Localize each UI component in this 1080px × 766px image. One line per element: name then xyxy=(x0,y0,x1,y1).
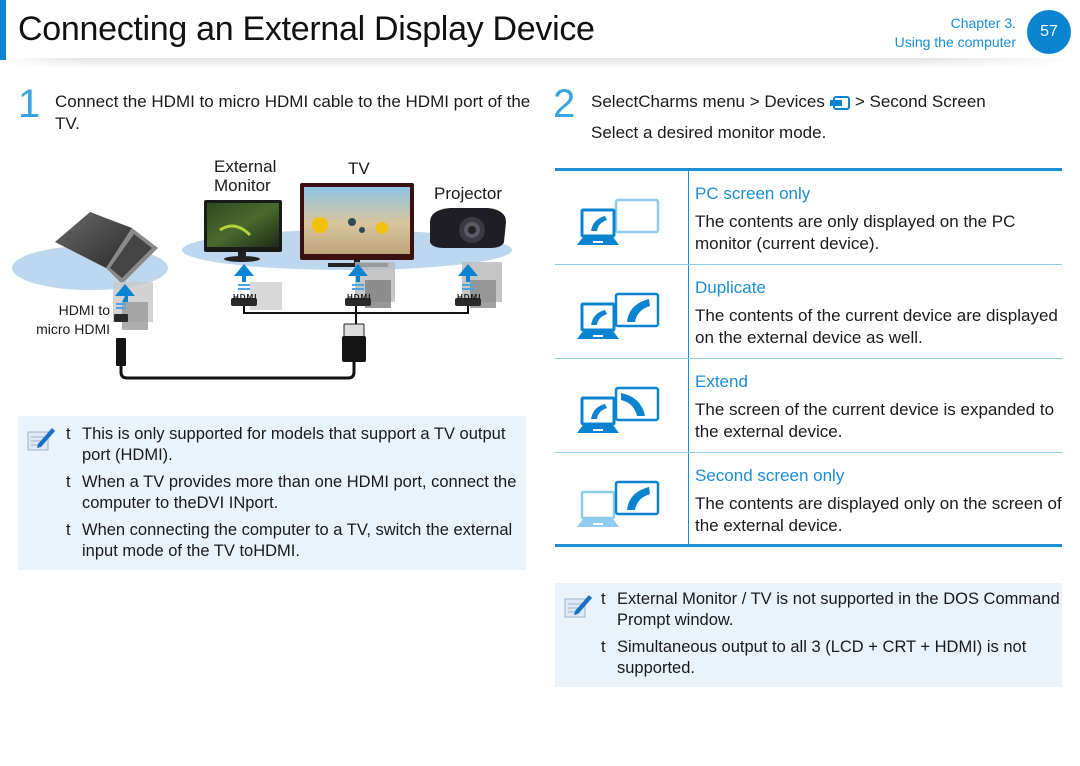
label-projector: Projector xyxy=(434,184,503,203)
note-item: t Simultaneous output to all 3 (LCD + CRT… xyxy=(601,637,1061,679)
label-monitor: Monitor xyxy=(214,176,271,195)
note-item: t When connecting the computer to a TV, s… xyxy=(66,520,526,562)
port-label-monitor: HDMI xyxy=(233,293,258,302)
mode-title: PC screen only xyxy=(695,184,811,203)
title-accent-bar xyxy=(0,0,6,60)
laptop-connector xyxy=(113,282,153,366)
tv-image xyxy=(300,183,414,267)
label-external: External xyxy=(214,157,277,176)
step-2-subtext: Select a desired monitor mode. xyxy=(591,123,827,142)
duplicate-icon xyxy=(577,292,660,339)
note-text: External Monitor / TV is not supported i… xyxy=(617,590,1060,629)
step-1-text: Connect the HDMI to micro HDMI cable to … xyxy=(55,92,531,133)
bullet: t xyxy=(66,521,71,539)
note-pencil-icon xyxy=(564,595,592,618)
chapter-title: Using the computer xyxy=(894,34,1016,50)
step-2-text-after: > Second Screen xyxy=(854,92,986,111)
note-text: This is only supported for models that s… xyxy=(82,425,506,464)
step-2-number: 2 xyxy=(553,82,576,126)
pc-screen-only-icon xyxy=(577,198,660,245)
label-external-monitor: External Monitor xyxy=(214,157,276,195)
mode-title: Duplicate xyxy=(695,278,766,297)
main-hdmi-cable xyxy=(119,362,356,380)
second-screen-only-icon xyxy=(577,480,660,527)
header-divider xyxy=(0,58,1080,68)
column-divider xyxy=(688,359,689,452)
step-1-number: 1 xyxy=(18,82,41,126)
extend-icon xyxy=(577,386,660,433)
note-box-left: t This is only supported for models that … xyxy=(18,416,526,570)
bullet: t xyxy=(66,473,71,491)
port-label-tv: HDMI xyxy=(347,293,372,302)
page-number-badge: 57 xyxy=(1027,10,1071,54)
mode-row-pc-screen-only: PC screen only The contents are only dis… xyxy=(555,171,1062,265)
note-text: When connecting the computer to a TV, sw… xyxy=(82,521,513,560)
bullet: t xyxy=(601,590,606,608)
note-item: t External Monitor / TV is not supported … xyxy=(601,589,1061,631)
label-cable: HDMI to micro HDMI xyxy=(28,301,110,339)
devices-icon xyxy=(829,95,850,110)
column-divider xyxy=(688,453,689,544)
note-list-left: t This is only supported for models that … xyxy=(66,424,526,568)
port-label-projector: HDMI xyxy=(457,293,482,302)
note-item: t When a TV provides more than one HDMI p… xyxy=(66,472,526,514)
mode-description: The screen of the current device is expa… xyxy=(695,400,1055,441)
mode-row-duplicate: Duplicate The contents of the current de… xyxy=(555,265,1062,359)
monitor-modes-table: PC screen only The contents are only dis… xyxy=(555,168,1062,547)
label-tv: TV xyxy=(348,159,370,178)
note-text: When a TV provides more than one HDMI po… xyxy=(82,473,517,512)
mode-row-extend: Extend The screen of the current device … xyxy=(555,359,1062,453)
note-box-right: t External Monitor / TV is not supported … xyxy=(555,583,1062,687)
projector-image xyxy=(430,208,506,248)
mode-row-second-screen-only: Second screen only The contents are disp… xyxy=(555,453,1062,547)
column-divider xyxy=(688,171,689,264)
note-list-right: t External Monitor / TV is not supported … xyxy=(601,589,1061,685)
label-micro-hdmi: micro HDMI xyxy=(36,321,110,337)
chapter-number: Chapter 3. xyxy=(950,15,1016,31)
step-2-text-before: SelectCharms menu > Devices xyxy=(591,92,825,111)
column-divider xyxy=(688,265,689,358)
mode-description: The contents of the current device are d… xyxy=(695,306,1058,347)
note-pencil-icon xyxy=(27,428,55,451)
connection-diagram: HDMI HDMI HDMI External Monitor TV Proje… xyxy=(10,150,540,390)
mode-title: Extend xyxy=(695,372,748,391)
chapter-label: Chapter 3. Using the computer xyxy=(895,14,1016,52)
label-hdmi-to: HDMI to xyxy=(58,302,110,318)
mode-title: Second screen only xyxy=(695,466,845,485)
bullet: t xyxy=(66,425,71,443)
mode-description: The contents are only displayed on the P… xyxy=(695,212,1016,253)
note-item: t This is only supported for models that … xyxy=(66,424,526,466)
bullet: t xyxy=(601,638,606,656)
note-text: Simultaneous output to all 3 (LCD + CRT … xyxy=(617,638,1027,677)
step-2-text: SelectCharms menu > Devices > Second Scre… xyxy=(591,91,1071,113)
mode-description: The contents are displayed only on the s… xyxy=(695,494,1062,535)
page-title: Connecting an External Display Device xyxy=(18,10,595,48)
